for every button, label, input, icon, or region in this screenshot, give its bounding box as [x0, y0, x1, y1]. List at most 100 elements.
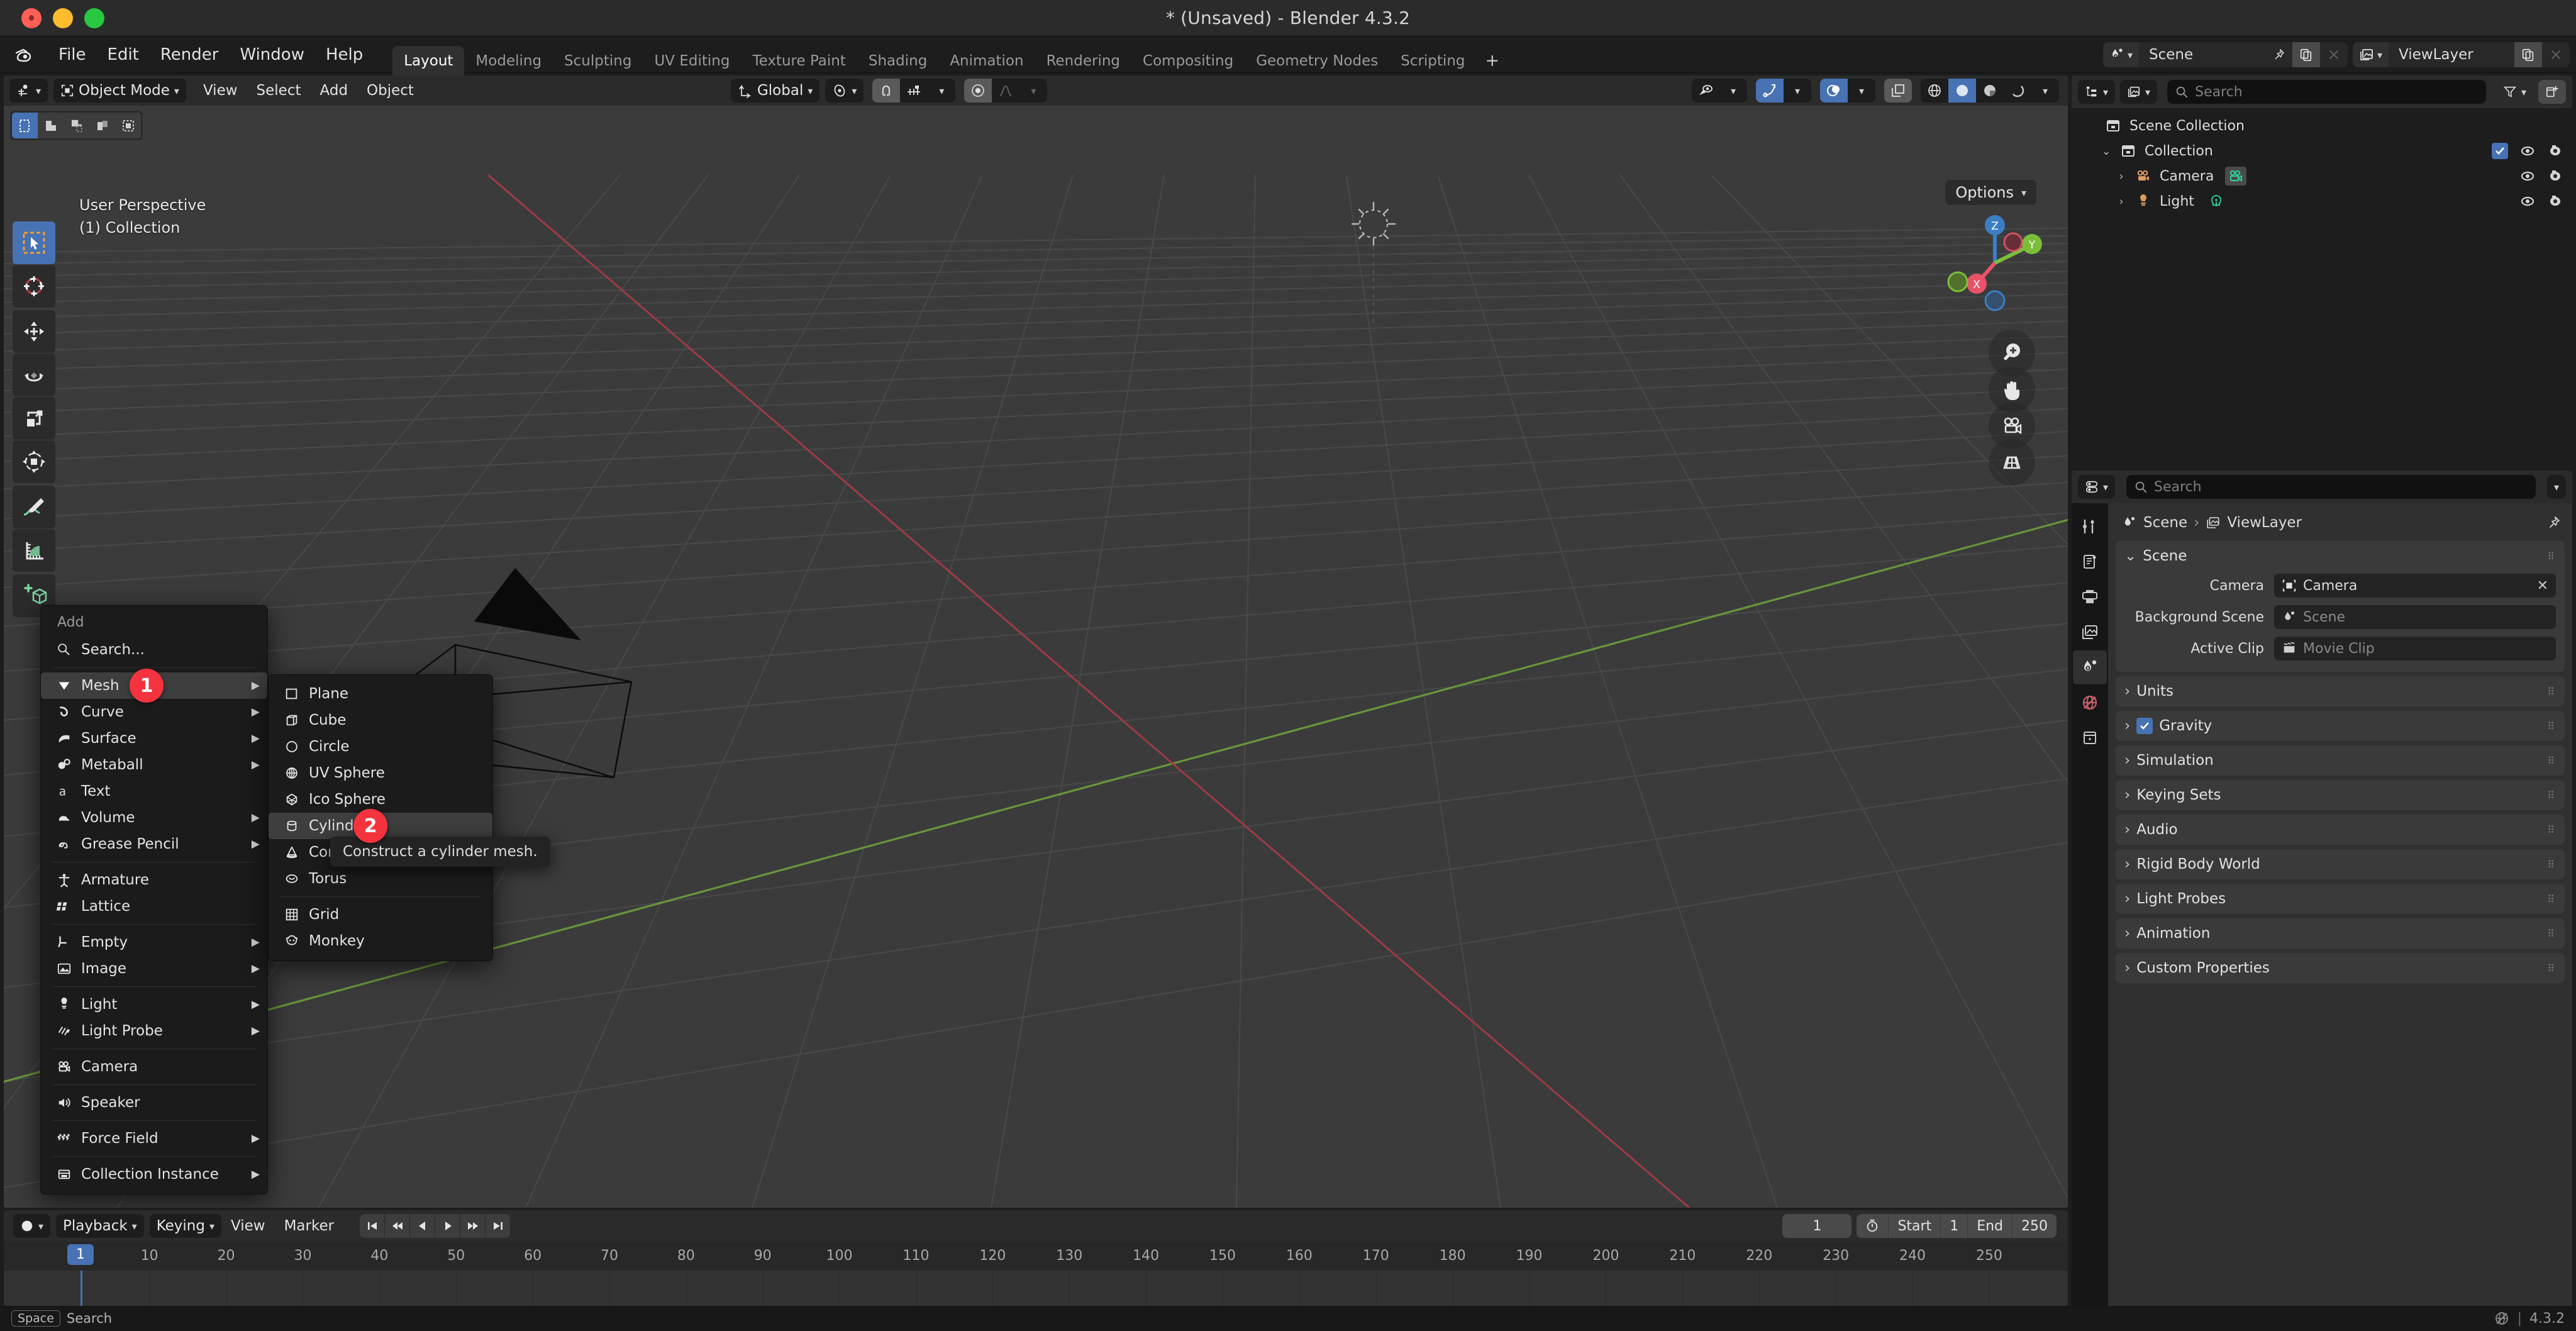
properties-panel-units[interactable]: › Units ⠿: [2116, 676, 2565, 706]
scene-panel[interactable]: ⌄ Scene ⠿ Camera Camera ✕ Background Scene S…: [2116, 541, 2565, 672]
drag-handle-icon[interactable]: ⠿: [2547, 686, 2556, 698]
chevron-down-icon[interactable]: ▾: [1848, 79, 1875, 103]
chevron-down-icon[interactable]: ▾: [1719, 79, 1747, 103]
move-tool-icon[interactable]: [13, 310, 55, 353]
shading-group[interactable]: ▾: [1921, 79, 2059, 103]
transform-orientation-selector[interactable]: Global ▾: [730, 79, 820, 103]
playback-controls[interactable]: [360, 1214, 511, 1238]
add-menu-item-light-probe[interactable]: Light Probe ▶: [41, 1018, 267, 1044]
rendered-shading-icon[interactable]: [2004, 79, 2031, 103]
collection-enable-checkbox[interactable]: [2492, 143, 2508, 159]
falloff-icon[interactable]: [992, 79, 1019, 103]
properties-panel-list[interactable]: › Units ⠿ › Gravity ⠿ › Simulation ⠿ › Keying Sets…: [2116, 676, 2565, 983]
blender-logo-icon[interactable]: [14, 44, 35, 65]
workspace-tab-layout[interactable]: Layout: [392, 45, 465, 76]
drag-handle-icon[interactable]: ⠿: [2547, 720, 2556, 732]
drag-handle-icon[interactable]: ⠿: [2547, 789, 2556, 801]
drag-handle-icon[interactable]: ⠿: [2547, 859, 2556, 871]
3d-viewport[interactable]: ▾ Object Mode ▾ View Select Add Object G…: [4, 75, 2068, 1208]
workspace-tab-scripting[interactable]: Scripting: [1389, 46, 1476, 76]
drag-handle-icon[interactable]: ⠿: [2547, 928, 2556, 940]
panel-header[interactable]: › Simulation ⠿: [2116, 745, 2565, 776]
transform-tool-icon[interactable]: [13, 440, 55, 483]
add-menu-item-collection-instance[interactable]: Collection Instance ▶: [41, 1161, 267, 1188]
field-input[interactable]: Movie Clip: [2274, 637, 2556, 660]
add-menu-item-grease-pencil[interactable]: Grease Pencil ▶: [41, 831, 267, 857]
play-reverse-icon[interactable]: [410, 1214, 436, 1238]
keying-menu[interactable]: Keying ▾: [149, 1214, 221, 1238]
outliner-row-collection[interactable]: ⌄ Collection: [2072, 138, 2572, 164]
drag-handle-icon[interactable]: ⠿: [2547, 824, 2556, 836]
add-menu-item-light[interactable]: Light ▶: [41, 991, 267, 1018]
panel-header[interactable]: › Custom Properties ⠿: [2116, 953, 2565, 983]
visibility-eye-icon[interactable]: [2519, 193, 2536, 209]
properties-panel-keying-sets[interactable]: › Keying Sets ⠿: [2116, 780, 2565, 810]
workspace-tab-uv-editing[interactable]: UV Editing: [643, 46, 741, 76]
properties-panel-light-probes[interactable]: › Light Probes ⠿: [2116, 884, 2565, 914]
topbar-menu-file[interactable]: File: [48, 42, 97, 68]
jump-to-start-icon[interactable]: [360, 1214, 386, 1238]
chevron-down-icon[interactable]: ⌄: [2096, 145, 2117, 158]
properties-tab-output[interactable]: [2073, 580, 2107, 614]
toggle-xray-icon[interactable]: [1884, 79, 1912, 103]
topbar-menu-window[interactable]: Window: [229, 42, 315, 68]
render-visibility-icon[interactable]: [2547, 168, 2563, 184]
add-menu-item-metaball[interactable]: Metaball ▶: [41, 752, 267, 778]
topbar-menu-help[interactable]: Help: [315, 42, 374, 68]
workspace-tab-shading[interactable]: Shading: [857, 46, 938, 76]
properties-editor[interactable]: ▾ Search ▾ Scene › ViewLayer ⌄ Scene ⠿ C…: [2072, 471, 2572, 1310]
pin-scene-icon[interactable]: [2264, 42, 2292, 67]
viewlayer-name-field[interactable]: ViewLayer: [2389, 42, 2514, 67]
toggle-perspective-icon[interactable]: [1989, 439, 2035, 486]
workspace-tab-geometry-nodes[interactable]: Geometry Nodes: [1245, 46, 1389, 76]
clear-field-icon[interactable]: ✕: [2537, 578, 2548, 594]
drag-handle-icon[interactable]: ⠿: [2547, 962, 2556, 974]
outliner-editor[interactable]: ▾ ▾ Search ▾ Scene Collection ⌄ Collection…: [2072, 75, 2572, 468]
properties-panel-simulation[interactable]: › Simulation ⠿: [2116, 745, 2565, 776]
properties-panel-audio[interactable]: › Audio ⠿: [2116, 815, 2565, 845]
maximize-icon[interactable]: [84, 8, 104, 28]
object-visibility-icon[interactable]: [1692, 79, 1719, 103]
outliner-row-scene-collection[interactable]: Scene Collection: [2072, 113, 2572, 138]
viewport-menu-object[interactable]: Object: [357, 79, 423, 102]
properties-options-chevron-icon[interactable]: ▾: [2546, 475, 2566, 499]
select-set-icon[interactable]: [38, 113, 64, 138]
scene-panel-header[interactable]: ⌄ Scene ⠿: [2116, 541, 2565, 571]
scene-selector[interactable]: ▾ Scene: [2102, 42, 2348, 67]
outliner-search-input[interactable]: Search: [2167, 80, 2486, 104]
visibility-eye-icon[interactable]: [2519, 143, 2536, 159]
properties-tab-tool[interactable]: [2073, 510, 2107, 543]
chevron-right-icon[interactable]: ›: [2111, 170, 2132, 183]
timeline-view-menu[interactable]: View: [221, 1215, 275, 1237]
panel-header[interactable]: › Audio ⠿: [2116, 815, 2565, 845]
chevron-down-icon[interactable]: ▾: [2031, 79, 2059, 103]
outliner-tree[interactable]: Scene Collection ⌄ Collection › Camera › Light: [2072, 108, 2572, 214]
scene-data-icon[interactable]: ▾: [2102, 42, 2139, 67]
add-menu-item-curve[interactable]: Curve ▶: [41, 699, 267, 725]
playback-menu[interactable]: Playback ▾: [56, 1214, 144, 1238]
render-visibility-icon[interactable]: [2547, 143, 2563, 159]
scale-tool-icon[interactable]: [13, 397, 55, 440]
mesh-menu-item-plane[interactable]: Plane: [269, 681, 492, 707]
field-input[interactable]: Scene: [2274, 605, 2556, 629]
outliner-row-camera[interactable]: › Camera: [2072, 164, 2572, 189]
panel-enable-checkbox[interactable]: [2136, 718, 2153, 734]
add-menu-item-armature[interactable]: Armature: [41, 867, 267, 893]
timeline-marker-menu[interactable]: Marker: [275, 1215, 344, 1237]
tweak-select-tool-icon[interactable]: [13, 221, 55, 264]
workspace-tab-sculpting[interactable]: Sculpting: [553, 46, 643, 76]
snap-magnet-icon[interactable]: [872, 79, 901, 103]
snap-increment-icon[interactable]: [900, 79, 928, 103]
rotate-tool-icon[interactable]: [13, 354, 55, 396]
field-input[interactable]: Camera ✕: [2274, 574, 2556, 598]
gizmo-group[interactable]: ▾: [1756, 79, 1811, 103]
annotate-tool-icon[interactable]: [13, 486, 55, 528]
timeline-track-area[interactable]: [4, 1271, 2068, 1306]
viewport-toolbar[interactable]: [13, 221, 55, 617]
add-workspace-button[interactable]: +: [1477, 46, 1509, 76]
mesh-menu-item-circle[interactable]: Circle: [269, 733, 492, 760]
properties-tab-scene[interactable]: [2073, 650, 2107, 684]
transform-pivot-selector[interactable]: ▾: [825, 79, 864, 103]
add-menu-item-speaker[interactable]: Speaker: [41, 1089, 267, 1116]
chevron-down-icon[interactable]: ▾: [928, 79, 955, 103]
